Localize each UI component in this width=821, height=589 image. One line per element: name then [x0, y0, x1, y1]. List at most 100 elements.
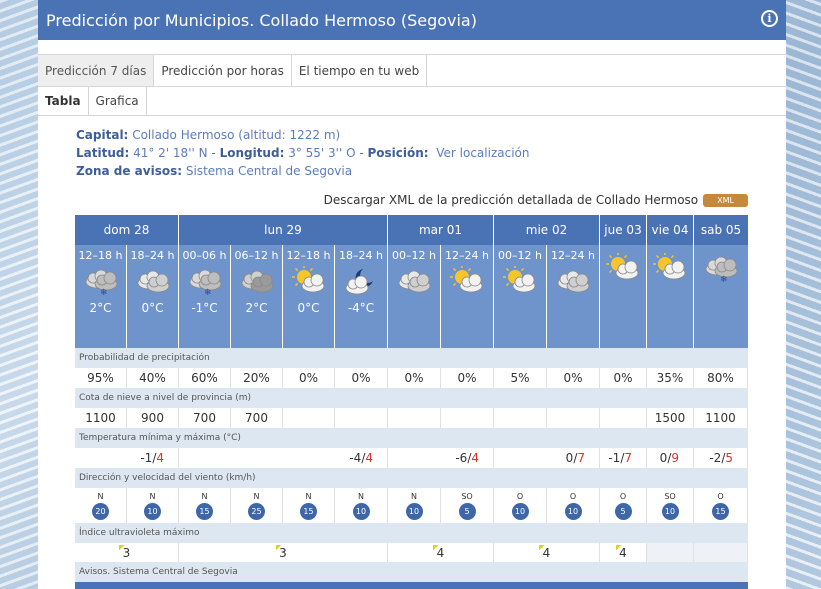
sun-cloud-icon: [650, 252, 690, 283]
wind-speed-icon: 20: [92, 502, 109, 520]
main-tabs: Predicción 7 días Predicción por horas E…: [38, 54, 786, 87]
precip-cell: 5%: [494, 368, 547, 388]
svg-text:❄: ❄: [204, 288, 212, 296]
period-hours: 12–24 h: [551, 249, 595, 262]
precip-cell: 0%: [283, 368, 335, 388]
wind-speed-icon: 5: [458, 502, 476, 520]
uv-cell: 4: [388, 543, 494, 562]
temp-cell: -1 / 4: [75, 448, 179, 468]
period-cell: [600, 245, 647, 348]
page-title: Predicción por Municipios. Collado Hermo…: [46, 10, 477, 30]
sun-cloud-icon: [447, 265, 487, 296]
period-cell: 12–18 h ❄ 2°C: [75, 245, 127, 348]
snow-level-cell: [335, 408, 388, 428]
tab-el-tiempo-en-tu-web[interactable]: El tiempo en tu web: [292, 55, 428, 86]
period-cell: 12–24 h: [441, 245, 494, 348]
temp-min: 0: [659, 451, 668, 465]
uv-marker-icon: [539, 545, 545, 550]
precip-cell: 80%: [694, 368, 748, 388]
wind-speed-icon: 10: [564, 502, 582, 520]
avisos-label: Avisos. Sistema Central de Segovia: [75, 562, 748, 582]
snow-level-row: 1100 900 700 700 1500 1100: [75, 408, 748, 428]
wind-row: N 20 N 10 N 15 N 25 N 15 N 10 N 10 SO 5 O 10 O 10 O 5 SO 10 O 15: [75, 488, 748, 523]
wind-direction: N: [201, 491, 208, 501]
period-hours: 18–24 h: [130, 249, 175, 262]
period-temperature: 2°C: [89, 301, 112, 315]
background-frost-left: [0, 0, 38, 589]
uv-marker-icon: [433, 545, 439, 550]
wind-direction: O: [569, 491, 577, 501]
info-icon[interactable]: i: [761, 10, 778, 27]
wind-cell: N 10: [335, 488, 388, 523]
period-temperature: 0°C: [141, 301, 164, 315]
period-temperature: -4°C: [347, 301, 375, 315]
uv-cell: 4: [494, 543, 600, 562]
period-temperature: 2°C: [245, 301, 268, 315]
wind-cell: SO 5: [441, 488, 494, 523]
uv-row: 33444: [75, 543, 748, 562]
snow-level-cell: 1500: [647, 408, 694, 428]
temp-cell: 0 / 9: [647, 448, 694, 468]
wind-direction: N: [97, 491, 104, 501]
latitude-label: Latitud:: [76, 146, 130, 160]
wind-direction: N: [149, 491, 156, 501]
position-label: Posición:: [367, 146, 429, 160]
zona-avisos-label: Zona de avisos:: [76, 164, 183, 178]
precip-cell: 0%: [388, 368, 441, 388]
longitude-label: Longitud:: [219, 146, 285, 160]
tab-prediccion-7-dias[interactable]: Predicción 7 días: [38, 55, 155, 86]
temp-cell: -6 / 4: [388, 448, 494, 468]
period-cell: 12–18 h 0°C: [283, 245, 335, 348]
snow-level-cell: 1100: [694, 408, 748, 428]
period-cell: 00–06 h ❄ -1°C: [179, 245, 231, 348]
ver-localizacion-link[interactable]: Ver localización: [436, 146, 529, 160]
moon-cloud-icon: [341, 266, 381, 296]
uv-cell: 3: [179, 543, 388, 562]
temp-max: 7: [624, 451, 632, 465]
day-header: sab 05: [694, 215, 748, 245]
temp-max: 4: [365, 451, 373, 465]
precip-cell: 60%: [179, 368, 231, 388]
uv-cell: 4: [600, 543, 647, 562]
period-cell: 00–12 h: [494, 245, 547, 348]
tab-prediccion-por-horas[interactable]: Predicción por horas: [154, 55, 292, 86]
temp-min: -2: [709, 451, 722, 465]
period-hours: 06–12 h: [234, 249, 279, 262]
snow-level-cell: 900: [127, 408, 179, 428]
svg-text:❄: ❄: [720, 275, 728, 283]
cloudy-icon: [394, 266, 434, 296]
precip-cell: 20%: [231, 368, 283, 388]
svg-text:❄: ❄: [100, 288, 108, 296]
zona-avisos-value: Sistema Central de Segovia: [185, 164, 353, 178]
wind-speed-icon: 15: [196, 502, 213, 520]
wind-cell: N 15: [179, 488, 231, 523]
wind-direction: N: [411, 491, 417, 501]
forecast-table: dom 28 lun 29 mar 01 mie 02 jue 03 vie 04 sab …: [75, 215, 748, 589]
title-bar: Predicción por Municipios. Collado Hermo…: [38, 0, 786, 40]
latitude-value: 41° 2' 18'' N: [133, 146, 208, 160]
precip-cell: 95%: [75, 368, 127, 388]
wind-cell: SO 10: [647, 488, 694, 523]
wind-speed-icon: 10: [661, 502, 679, 520]
precip-cell: 40%: [127, 368, 179, 388]
temp-min: 0: [565, 451, 574, 465]
day-header: mar 01: [388, 215, 494, 245]
wind-direction: O: [516, 491, 524, 501]
temp-max: 9: [671, 451, 679, 465]
temp-cell: -2 / 5: [694, 448, 748, 468]
sun-cloud-icon: [603, 252, 643, 283]
wind-speed-icon: 10: [144, 502, 161, 520]
period-hours: 18–24 h: [339, 249, 383, 262]
tab-tabla[interactable]: Tabla: [38, 87, 89, 115]
temp-cell: -4 / 4: [179, 448, 388, 468]
tab-grafica[interactable]: Grafica: [89, 87, 147, 115]
temp-row: -1 / 4 -4 / 4 -6 / 40 / 7 -1 / 70 / 9 -2 / 5: [75, 448, 748, 468]
temp-label: Temperatura mínima y máxima (°C): [75, 428, 748, 448]
wind-speed-icon: 10: [511, 502, 529, 520]
capital-label: Capital:: [76, 128, 129, 142]
wind-cell: O 15: [694, 488, 748, 523]
precip-label: Probabilidad de precipitación: [75, 348, 748, 368]
temp-max: 5: [725, 451, 733, 465]
uv-marker-icon: [615, 545, 622, 550]
xml-download-button[interactable]: XML: [703, 193, 748, 207]
